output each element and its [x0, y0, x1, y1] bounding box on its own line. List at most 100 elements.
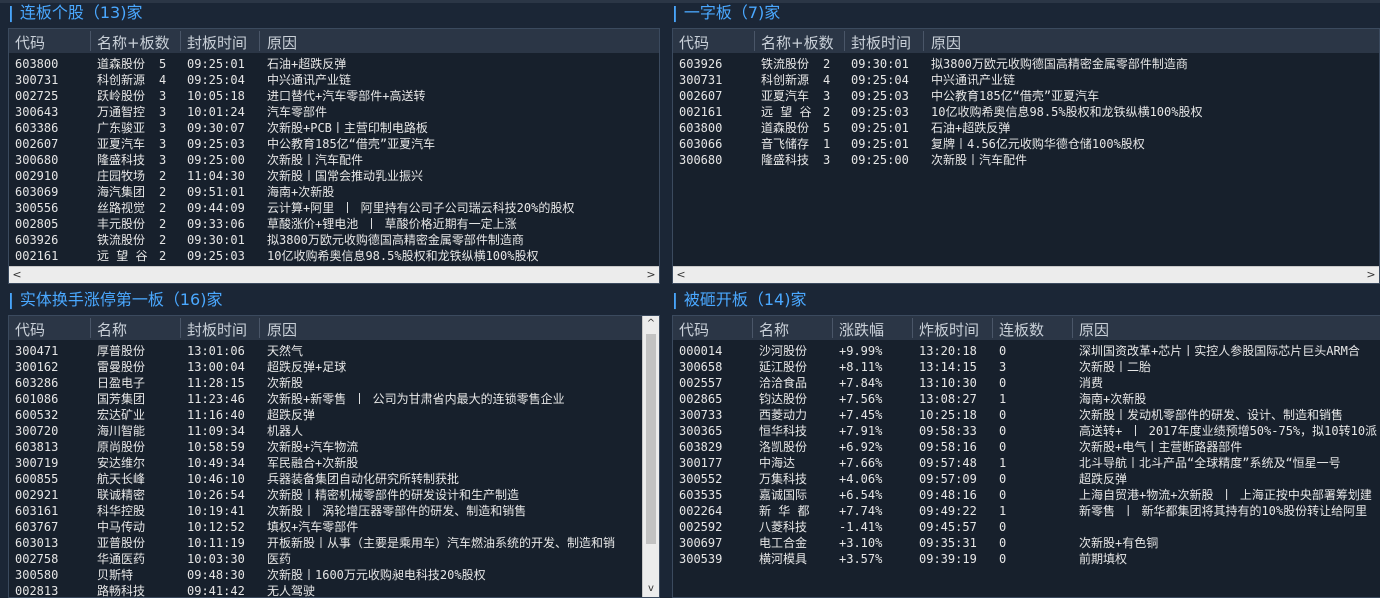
scrollbar-thumb[interactable] — [646, 334, 656, 544]
table-row[interactable]: 002607 亚夏汽车 3 09:25:03 中公教育185亿“借壳”亚夏汽车 — [673, 88, 1379, 104]
table-row[interactable]: 300177 中海达 +7.66% 09:57:48 1 北斗导航丨北斗产品“全球精度”系… — [673, 455, 1380, 471]
col-header-code[interactable]: 代码 — [679, 32, 709, 53]
cell-code: 300733 — [679, 408, 723, 422]
table-row[interactable]: 300719 安达维尔 10:49:34 军民融合+次新股 — [9, 455, 642, 471]
table-row[interactable]: 603926 铁流股份 2 09:30:01 拟3800万欧元收购德国高精密金属零部件制… — [673, 56, 1379, 72]
table-row[interactable]: 300162 雷曼股份 13:00:04 超跌反弹+足球 — [9, 359, 642, 375]
table-row[interactable]: 002592 八菱科技 -1.41% 09:45:57 0 — [673, 519, 1380, 535]
table-shiti[interactable]: 代码 名称 封板时间 原因 300471 厚普股份 13:01:06 天然气 30016… — [8, 315, 660, 598]
table-row[interactable]: 002264 新 华 都 +7.74% 09:49:22 1 新零售 丨 新华都集团将其持… — [673, 503, 1380, 519]
table-row[interactable]: 002557 洽洽食品 +7.84% 13:10:30 0 消费 — [673, 375, 1380, 391]
horizontal-scrollbar[interactable]: < > — [9, 266, 659, 283]
cell-time: 09:25:03 — [851, 89, 909, 103]
table-row[interactable]: 002921 联诚精密 10:26:54 次新股丨精密机械零部件的研发设计和生产制造 — [9, 487, 642, 503]
col-header-reason[interactable]: 原因 — [1079, 319, 1109, 340]
cell-name: 中海达 — [759, 456, 796, 470]
table-row[interactable]: 300471 厚普股份 13:01:06 天然气 — [9, 343, 642, 359]
table-row[interactable]: 603535 嘉诚国际 +6.54% 09:48:16 0 上海自贸港+物流+次新股 丨 … — [673, 487, 1380, 503]
cell-name: 海川智能 — [97, 424, 146, 438]
table-row[interactable]: 300552 万集科技 +4.06% 09:57:09 0 超跌反弹 — [673, 471, 1380, 487]
table-row[interactable]: 002607 亚夏汽车 3 09:25:03 中公教育185亿“借壳”亚夏汽车 — [9, 136, 659, 152]
scroll-right-icon[interactable]: > — [1363, 267, 1379, 283]
table-row[interactable]: 603013 亚普股份 10:11:19 开板新股丨从事（主要是乘用车）汽车燃油系统的… — [9, 535, 642, 551]
cell-code: 002607 — [15, 137, 59, 151]
col-header-reason[interactable]: 原因 — [267, 32, 297, 53]
table-row[interactable]: 603800 道森股份 5 09:25:01 石油+超跌反弹 — [673, 120, 1379, 136]
table-row[interactable]: 002910 庄园牧场 2 11:04:30 次新股丨国常会推动乳业振兴 — [9, 168, 659, 184]
col-header-time[interactable]: 封板时间 — [187, 32, 247, 53]
table-row[interactable]: 000014 沙河股份 +9.99% 13:20:18 0 深圳国资改革+芯片丨实控人参股… — [673, 343, 1380, 359]
table-row[interactable]: 603926 铁流股份 2 09:30:01 拟3800万欧元收购德国高精密金属零部件制… — [9, 232, 659, 248]
col-header-name[interactable]: 名称 — [97, 319, 127, 340]
table-row[interactable]: 603286 日盈电子 11:28:15 次新股 — [9, 375, 642, 391]
table-row[interactable]: 002725 跃岭股份 3 10:05:18 进口替代+汽车零部件+高送转 — [9, 88, 659, 104]
col-header-code[interactable]: 代码 — [15, 319, 45, 340]
col-header-time[interactable]: 封板时间 — [851, 32, 911, 53]
cell-reason: 石油+超跌反弹 — [267, 57, 347, 71]
cell-name: 延江股份 — [759, 360, 808, 374]
col-header-code[interactable]: 代码 — [679, 319, 709, 340]
col-header-change[interactable]: 涨跌幅 — [839, 319, 884, 340]
table-row[interactable]: 300731 科创新源 4 09:25:04 中兴通讯产业链 — [673, 72, 1379, 88]
table-row[interactable]: 002758 华通医药 10:03:30 医药 — [9, 551, 642, 567]
cell-boards: 5 — [823, 121, 831, 135]
table-row[interactable]: 603069 海汽集团 2 09:51:01 海南+次新股 — [9, 184, 659, 200]
vertical-scrollbar[interactable]: ^ v — [642, 316, 659, 597]
table-header: 代码 名称 涨跌幅 炸板时间 连板数 原因 — [673, 316, 1380, 340]
cell-name: 亚普股份 — [97, 536, 146, 550]
table-row[interactable]: 300580 贝斯特 09:48:30 次新股丨1600万元收购昶电科技20%股权 — [9, 567, 642, 583]
col-header-time[interactable]: 封板时间 — [187, 319, 247, 340]
table-row[interactable]: 002805 丰元股份 2 09:33:06 草酸涨价+锂电池 丨 草酸价格近期有一定上… — [9, 216, 659, 232]
table-row[interactable]: 002865 钧达股份 +7.56% 13:08:27 1 海南+次新股 — [673, 391, 1380, 407]
cell-reason: 北斗导航丨北斗产品“全球精度”系统及“恒星一号 — [1079, 456, 1341, 470]
scroll-left-icon[interactable]: < — [9, 267, 25, 283]
col-header-reason[interactable]: 原因 — [931, 32, 961, 53]
table-row[interactable]: 603767 中马传动 10:12:52 填权+汽车零部件 — [9, 519, 642, 535]
table-row[interactable]: 603386 广东骏亚 3 09:30:07 次新股+PCB丨主营印制电路板 — [9, 120, 659, 136]
table-row[interactable]: 300365 恒华科技 +7.91% 09:58:33 0 高送转+ 丨 2017年度业绩… — [673, 423, 1380, 439]
table-row[interactable]: 300731 科创新源 4 09:25:04 中兴通讯产业链 — [9, 72, 659, 88]
table-row[interactable]: 300720 海川智能 11:09:34 机器人 — [9, 423, 642, 439]
table-row[interactable]: 601086 国芳集团 11:23:46 次新股+新零售 丨 公司为甘肃省内最大的连锁… — [9, 391, 642, 407]
table-lianban[interactable]: 代码 名称+板数 封板时间 原因 603800 道森股份 5 09:25:01 石油+超… — [8, 28, 660, 284]
table-row[interactable]: 300697 电工合金 +3.10% 09:35:31 0 次新股+有色铜 — [673, 535, 1380, 551]
table-row[interactable]: 300680 隆盛科技 3 09:25:00 次新股丨汽车配件 — [673, 152, 1379, 168]
table-row[interactable]: 002161 远 望 谷 2 09:25:03 10亿收购希奥信息98.5%股权和龙铁纵… — [673, 104, 1379, 120]
table-row[interactable]: 603829 洛凯股份 +6.92% 09:58:16 0 次新股+电气丨主营断路器部件 — [673, 439, 1380, 455]
scroll-left-icon[interactable]: < — [673, 267, 689, 283]
col-header-streak[interactable]: 连板数 — [999, 319, 1044, 340]
table-row[interactable]: 300556 丝路视觉 2 09:44:09 云计算+阿里 丨 阿里持有公司子公司瑞云科… — [9, 200, 659, 216]
table-row[interactable]: 002813 路畅科技 09:41:42 无人驾驶 — [9, 583, 642, 597]
table-row[interactable]: 300658 延江股份 +8.11% 13:14:15 3 次新股丨二胎 — [673, 359, 1380, 375]
table-row[interactable]: 600532 宏达矿业 11:16:40 超跌反弹 — [9, 407, 642, 423]
table-yizi[interactable]: 代码 名称+板数 封板时间 原因 603926 铁流股份 2 09:30:01 拟380… — [672, 28, 1380, 284]
col-header-name[interactable]: 名称+板数 — [97, 32, 170, 53]
cell-name: 日盈电子 — [97, 376, 146, 390]
table-row[interactable]: 603813 原尚股份 10:58:59 次新股+汽车物流 — [9, 439, 642, 455]
col-header-name[interactable]: 名称 — [759, 319, 789, 340]
table-row[interactable]: 300680 隆盛科技 3 09:25:00 次新股丨汽车配件 — [9, 152, 659, 168]
scroll-right-icon[interactable]: > — [643, 267, 659, 283]
table-body: 603926 铁流股份 2 09:30:01 拟3800万欧元收购德国高精密金属零部件制… — [673, 56, 1379, 168]
table-row[interactable]: 300733 西菱动力 +7.45% 10:25:18 0 次新股丨发动机零部件的研发、设… — [673, 407, 1380, 423]
scroll-up-icon[interactable]: ^ — [643, 316, 659, 332]
cell-reason: 次新股丨 涡轮增压器零部件的研发、制造和销售 — [267, 504, 527, 518]
table-beiza[interactable]: 代码 名称 涨跌幅 炸板时间 连板数 原因 000014 沙河股份 +9.99% 13… — [672, 315, 1380, 598]
table-row[interactable]: 603066 音飞储存 1 09:25:01 复牌丨4.56亿元收购华德仓储100%股权 — [673, 136, 1379, 152]
horizontal-scrollbar[interactable]: < > — [673, 266, 1379, 283]
scroll-down-icon[interactable]: v — [643, 581, 659, 597]
cell-break-time: 09:57:09 — [919, 472, 977, 486]
table-row[interactable]: 600855 航天长峰 10:46:10 兵器装备集团自动化研究所转制获批 — [9, 471, 642, 487]
cell-code: 300365 — [679, 424, 723, 438]
cell-reason: 次新股+新零售 丨 公司为甘肃省内最大的连锁零售企业 — [267, 392, 565, 406]
col-header-name[interactable]: 名称+板数 — [761, 32, 834, 53]
col-header-break-time[interactable]: 炸板时间 — [919, 319, 979, 340]
table-row[interactable]: 603800 道森股份 5 09:25:01 石油+超跌反弹 — [9, 56, 659, 72]
table-row[interactable]: 300643 万通智控 3 10:01:24 汽车零部件 — [9, 104, 659, 120]
table-row[interactable]: 002161 远 望 谷 2 09:25:03 10亿收购希奥信息98.5%股权和龙铁纵… — [9, 248, 659, 264]
cell-reason: 次新股 — [267, 376, 304, 390]
col-header-reason[interactable]: 原因 — [267, 319, 297, 340]
table-row[interactable]: 603161 科华控股 10:19:41 次新股丨 涡轮增压器零部件的研发、制造和销售 — [9, 503, 642, 519]
col-header-code[interactable]: 代码 — [15, 32, 45, 53]
table-row[interactable]: 300539 横河模具 +3.57% 09:39:19 0 前期填权 — [673, 551, 1380, 567]
